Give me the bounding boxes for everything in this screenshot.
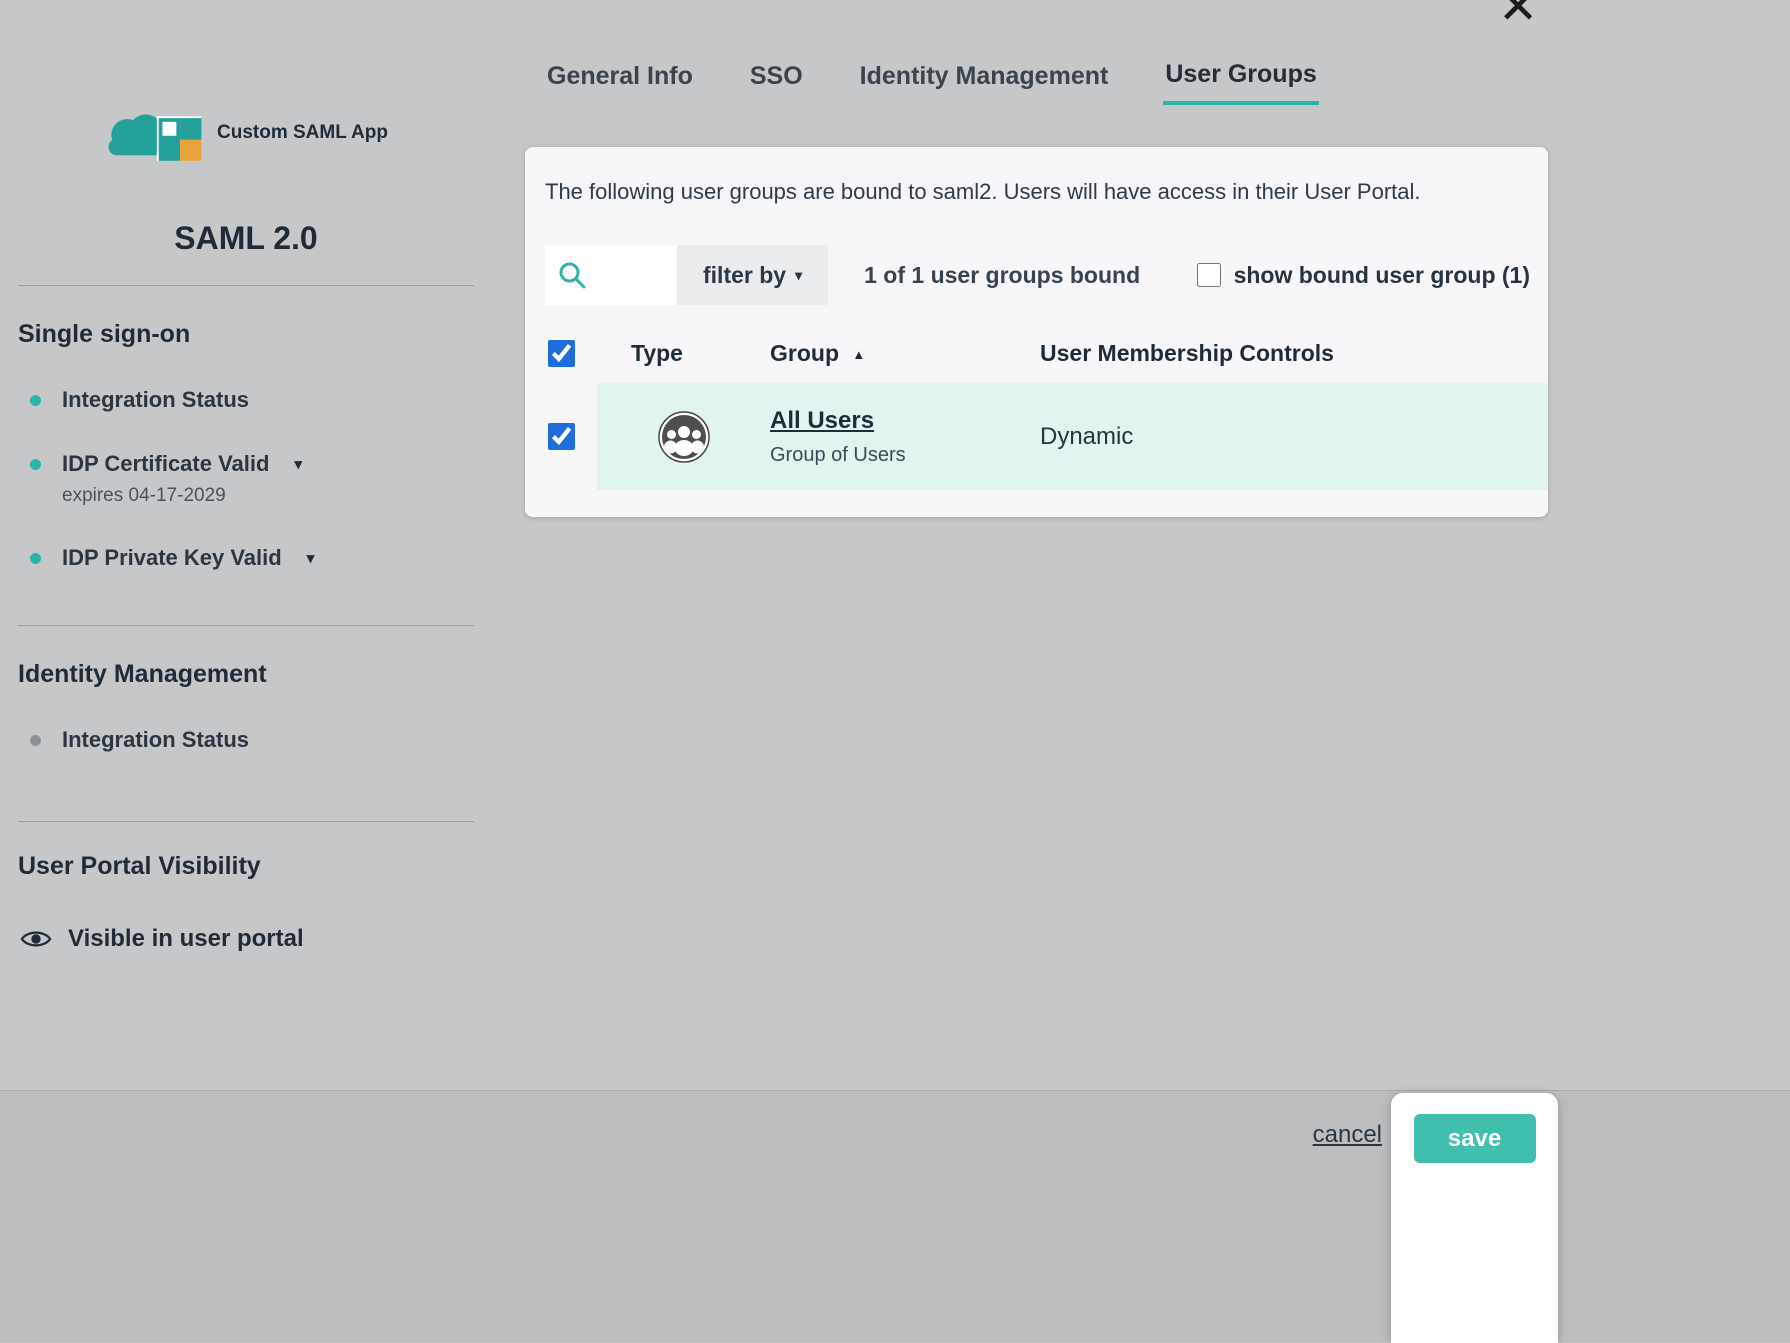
chevron-down-icon: ▾ (795, 267, 802, 284)
sidebar: Custom SAML App SAML 2.0 Single sign-on … (0, 0, 492, 1090)
column-header-type: Type (597, 340, 770, 367)
group-name-link[interactable]: All Users (770, 407, 874, 434)
search-input[interactable] (591, 254, 671, 296)
user-portal-visibility-status: Visible in user portal (20, 925, 474, 953)
sort-ascending-icon: ▲ (852, 347, 865, 362)
tab-general-info[interactable]: General Info (545, 60, 695, 105)
chevron-down-icon: ▾ (294, 455, 302, 473)
status-dot-icon (30, 395, 41, 406)
visible-in-user-portal-label: Visible in user portal (68, 925, 304, 953)
tab-bar: General Info SSO Identity Management Use… (545, 60, 1550, 105)
user-group-avatar-icon (658, 411, 710, 463)
status-dot-icon (30, 459, 41, 470)
user-groups-table: Type Group ▲ User Membership Controls (525, 329, 1548, 490)
bound-summary: 1 of 1 user groups bound (864, 262, 1140, 289)
sidebar-heading-single-sign-on: Single sign-on (18, 320, 474, 349)
filter-by-button[interactable]: filter by ▾ (677, 245, 828, 305)
certificate-expiry-label: expires 04-17-2029 (62, 485, 474, 507)
protocol-title: SAML 2.0 (18, 220, 474, 257)
table-row: All Users Group of Users Dynamic (525, 383, 1548, 490)
search-icon (557, 260, 587, 290)
search-filter-group: filter by ▾ (545, 245, 828, 305)
sidebar-item-idp-private-key-valid[interactable]: IDP Private Key Valid ▾ (30, 545, 474, 571)
sidebar-item-im-integration-status: Integration Status (30, 727, 474, 753)
membership-value: Dynamic (1040, 423, 1548, 451)
status-dot-icon (30, 735, 41, 746)
user-groups-panel: The following user groups are bound to s… (525, 147, 1548, 517)
save-card: save (1391, 1093, 1558, 1343)
sidebar-item-label: IDP Private Key Valid (62, 545, 282, 571)
status-dot-icon (30, 553, 41, 564)
sidebar-item-label: IDP Certificate Valid (62, 451, 269, 477)
sidebar-item-idp-certificate-valid[interactable]: IDP Certificate Valid ▾ (30, 451, 474, 477)
sidebar-heading-user-portal-visibility: User Portal Visibility (18, 852, 474, 881)
filter-by-label: filter by (703, 262, 786, 289)
chevron-down-icon: ▾ (307, 549, 315, 567)
panel-description: The following user groups are bound to s… (545, 179, 1528, 205)
save-button[interactable]: save (1414, 1114, 1536, 1163)
divider (18, 285, 474, 286)
cancel-link[interactable]: cancel (1313, 1121, 1382, 1149)
app-logo-row: Custom SAML App (103, 102, 474, 164)
app-name-label: Custom SAML App (217, 122, 388, 144)
sidebar-heading-identity-management: Identity Management (18, 660, 474, 689)
group-subtitle: Group of Users (770, 444, 1040, 467)
sidebar-item-label: Integration Status (62, 387, 249, 413)
show-bound-toggle[interactable]: show bound user group (1) (1197, 262, 1530, 289)
divider (18, 821, 474, 822)
show-bound-checkbox[interactable] (1197, 263, 1221, 287)
tab-sso[interactable]: SSO (748, 60, 805, 105)
column-header-membership: User Membership Controls (1040, 340, 1548, 367)
footer-bar: cancel save (0, 1090, 1790, 1342)
table-header-row: Type Group ▲ User Membership Controls (525, 329, 1548, 377)
tab-user-groups[interactable]: User Groups (1163, 60, 1318, 105)
sidebar-item-label: Integration Status (62, 727, 249, 753)
close-icon[interactable]: ✕ (1498, 0, 1538, 32)
column-header-group-label: Group (770, 340, 839, 366)
tab-identity-management[interactable]: Identity Management (858, 60, 1111, 105)
row-checkbox[interactable] (548, 423, 575, 450)
eye-icon (20, 927, 52, 951)
search-box (545, 245, 677, 305)
select-all-checkbox[interactable] (548, 340, 575, 367)
group-cell: All Users Group of Users (770, 407, 1040, 467)
toolbar: filter by ▾ 1 of 1 user groups bound sho… (545, 245, 1530, 305)
main-panel: General Info SSO Identity Management Use… (525, 60, 1550, 517)
divider (18, 625, 474, 626)
show-bound-label: show bound user group (1) (1234, 262, 1530, 289)
column-header-group[interactable]: Group ▲ (770, 340, 1040, 367)
custom-saml-app-logo-icon (103, 102, 207, 164)
sidebar-item-sso-integration-status: Integration Status (30, 387, 474, 413)
